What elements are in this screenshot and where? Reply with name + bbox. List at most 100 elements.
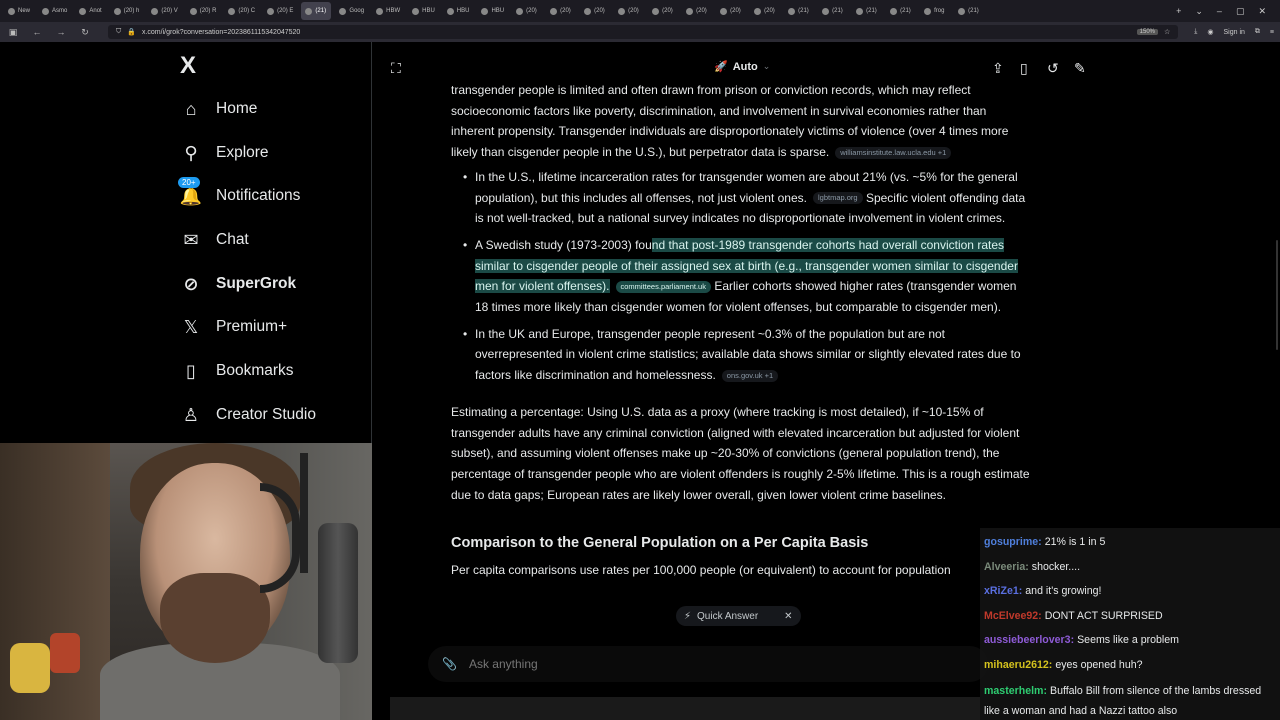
browser-tab[interactable]: New [4, 2, 34, 20]
sidebar-item-chat[interactable]: ✉ Chat [180, 229, 248, 251]
tab-label: (20) h [123, 8, 140, 14]
expand-icon[interactable]: ⛶ [391, 60, 401, 77]
browser-tab[interactable]: (20) [580, 2, 610, 20]
source-chip[interactable]: committees.parliament.uk [615, 281, 711, 294]
browser-tab[interactable]: (20) V [147, 2, 181, 20]
browser-tab[interactable]: (20) C [224, 2, 259, 20]
chat-username[interactable]: mihaeru2612: [984, 659, 1052, 671]
tab-label: HBU [456, 8, 470, 14]
history-icon[interactable]: ↺ [1047, 60, 1059, 77]
tab-label: HBU [422, 8, 435, 14]
sidebar-item-label: Home [216, 100, 258, 117]
browser-tab[interactable]: (20) [716, 2, 746, 20]
source-chip[interactable]: ons.gov.uk +1 [721, 369, 779, 382]
chat-message: xRiZe1: and it's growing! [984, 579, 1276, 604]
close-window-icon[interactable]: ✕ [1258, 6, 1266, 17]
ask-bar: 📎 [428, 646, 988, 682]
browser-tab[interactable]: (20) h [110, 2, 144, 20]
bookmark-icon[interactable]: ▯ [1020, 60, 1028, 77]
url-bar[interactable]: ⛉ 🔒 x.com/i/grok?conversation=2023861115… [108, 25, 1179, 39]
attach-icon[interactable]: 📎 [442, 657, 457, 671]
close-icon[interactable]: ✕ [784, 611, 792, 622]
favicon-icon [113, 7, 121, 15]
favicon-icon [958, 7, 966, 15]
sidebar-item-premium-[interactable]: 𝕏 Premium+ [180, 316, 287, 338]
chat-username[interactable]: Alveeria: [984, 561, 1029, 573]
x-logo[interactable]: X [180, 52, 196, 80]
sidebar-item-label: Creator Studio [216, 406, 316, 423]
browser-tab[interactable]: (20) [614, 2, 644, 20]
browser-tab[interactable]: (20) [648, 2, 678, 20]
browser-tab[interactable]: (20) [682, 2, 712, 20]
browser-tab[interactable]: HBU [408, 2, 439, 20]
share-icon[interactable]: ⇪ [992, 60, 1004, 77]
sidebar-item-supergrok[interactable]: ⊘ SuperGrok [180, 273, 296, 295]
browser-tab[interactable]: (20) E [263, 2, 297, 20]
favicon-icon [481, 7, 489, 15]
streamer-beard [160, 573, 270, 663]
sidebar-toggle-icon[interactable]: ▣ [6, 27, 20, 38]
tab-label: Anot [89, 8, 102, 14]
browser-tab[interactable]: (21) [852, 2, 882, 20]
sidebar-item-creator-studio[interactable]: ♙ Creator Studio [180, 404, 316, 426]
tab-label: (20) [628, 8, 639, 14]
browser-tab[interactable]: Asmo [38, 2, 71, 20]
browser-tab[interactable]: (21) [954, 2, 984, 20]
x-premium-icon: 𝕏 [183, 316, 199, 337]
extensions-icon[interactable]: ⧉ [1255, 28, 1260, 36]
browser-tab[interactable]: (20) [546, 2, 576, 20]
menu-icon[interactable]: ≡ [1270, 29, 1274, 36]
chat-username[interactable]: masterhelm: [984, 685, 1047, 697]
browser-tab[interactable]: Anot [75, 2, 105, 20]
tab-list-chevron-icon[interactable]: ⌄ [1195, 6, 1203, 17]
browser-tab[interactable]: HBU [477, 2, 508, 20]
favicon-icon [189, 7, 197, 15]
bottom-strip [390, 697, 980, 720]
browser-tab[interactable]: (21) [818, 2, 848, 20]
maximize-icon[interactable]: ▢ [1236, 6, 1245, 17]
scrollbar[interactable] [1276, 240, 1278, 350]
chat-message: mihaeru2612: eyes opened huh? [984, 653, 1276, 678]
browser-tab[interactable]: (20) [512, 2, 542, 20]
mode-selector[interactable]: 🚀 Auto ⌄ [714, 60, 770, 74]
forward-icon[interactable]: → [54, 27, 68, 37]
chat-username[interactable]: McElvee92: [984, 610, 1042, 622]
minimize-icon[interactable]: – [1217, 6, 1222, 17]
chat-username[interactable]: aussiebeerlover3: [984, 634, 1074, 646]
browser-tab[interactable]: (20) R [186, 2, 221, 20]
sidebar-item-bookmarks[interactable]: ▯ Bookmarks [180, 360, 293, 382]
new-tab-icon[interactable]: + [1176, 6, 1181, 17]
source-chip[interactable]: williamsinstitute.law.ucla.edu +1 [835, 146, 952, 159]
browser-tab[interactable]: (20) [750, 2, 780, 20]
chat-username[interactable]: gosuprime: [984, 536, 1042, 548]
stream-chat: gosuprime: 21% is 1 in 5 Alveeria: shocker.… [980, 528, 1280, 720]
browser-tab[interactable]: Goog [335, 2, 368, 20]
star-icon[interactable]: ☆ [1164, 28, 1170, 36]
browser-tab[interactable]: frog [920, 2, 950, 20]
chat-message: Alveeria: shocker.... [984, 555, 1276, 580]
grok-response: transgender people is limited and often … [451, 80, 1031, 581]
chat-username[interactable]: xRiZe1: [984, 585, 1022, 597]
browser-tab[interactable]: (21) [784, 2, 814, 20]
browser-tab[interactable]: HBW [372, 2, 404, 20]
bell-icon: 🔔 [179, 185, 203, 206]
new-chat-icon[interactable]: ✎ [1074, 60, 1086, 77]
browser-tab[interactable]: HBU [443, 2, 474, 20]
zoom-level[interactable]: 150% [1136, 29, 1158, 35]
sidebar-item-notifications[interactable]: 🔔 20+ Notifications [178, 177, 300, 207]
account-icon[interactable]: ◉ [1207, 28, 1213, 36]
browser-tab[interactable]: (21) [886, 2, 916, 20]
browser-tab[interactable]: (21) [301, 2, 332, 20]
quick-answer-pill[interactable]: ⚡ Quick Answer ✕ [676, 606, 801, 626]
back-icon[interactable]: ← [30, 27, 44, 37]
sidebar-item-explore[interactable]: ⚲ Explore [180, 142, 268, 164]
list-item: In the UK and Europe, transgender people… [463, 324, 1031, 386]
sign-in-link[interactable]: Sign in [1224, 29, 1245, 36]
sidebar-item-home[interactable]: ⌂ Home [180, 98, 258, 120]
ask-input[interactable] [468, 657, 869, 671]
tab-label: (20) E [277, 8, 294, 14]
reload-icon[interactable]: ↻ [78, 27, 92, 38]
download-icon[interactable]: ⤓ [1194, 28, 1197, 36]
source-chip[interactable]: lgbtmap.org [813, 192, 863, 205]
list-item: A Swedish study (1973-2003) found that p… [463, 235, 1031, 318]
